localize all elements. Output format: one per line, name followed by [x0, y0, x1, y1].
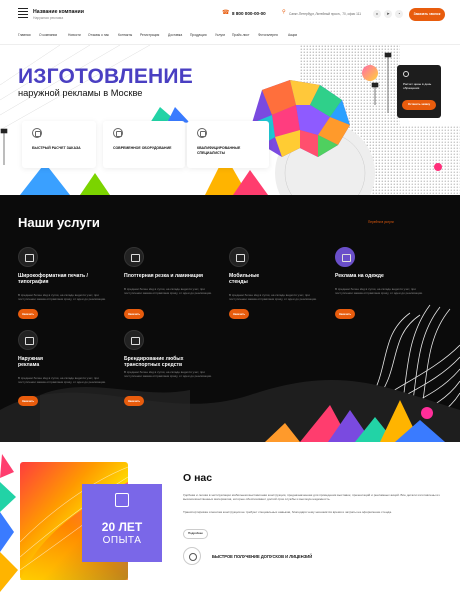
nav-item[interactable]: Доставка [168, 33, 182, 37]
feature-card: БЫСТРЫЙ РАСЧЕТ ЗАКАЗА [22, 121, 96, 168]
order-button[interactable]: Заказать [18, 309, 38, 319]
service-desc: В среднем более 2ед в сутки, на складе в… [124, 370, 212, 379]
service-title: Плоттерная резка и ламинация [124, 273, 203, 279]
logo-icon[interactable] [18, 7, 28, 19]
service-title: Наружная реклама [18, 356, 43, 369]
promo-text: Расчет цены в день обращения [403, 82, 432, 91]
nav-item[interactable]: Услуги [215, 33, 225, 37]
phone-icon: ☎ [222, 10, 230, 16]
about-paragraph: Удобная и легкая в эксплуатации мобильна… [183, 493, 440, 502]
hero-banner: ИЗГОТОВЛЕНИЕ наружной рекламы в Москве Б… [0, 45, 460, 195]
stand-icon [229, 247, 249, 267]
feature-text: БЫСТРЫЙ РАСЧЕТ ЗАКАЗА [32, 146, 81, 150]
service-desc: В среднем более 2ед в сутки, на складе в… [229, 293, 317, 302]
service-title: Реклама на одежде [335, 273, 384, 279]
cutter-icon [124, 247, 144, 267]
experience-badge: 20 ЛЕТ ОПЫТА [82, 484, 162, 562]
truck-icon [124, 330, 144, 350]
billboard-icon [18, 330, 38, 350]
promo-card: Расчет цены в день обращения Оставить за… [397, 65, 441, 118]
nav-item[interactable]: О компании [39, 33, 57, 37]
company-tagline: Наружная реклама [33, 16, 64, 20]
leave-request-button[interactable]: Оставить заявку [402, 100, 436, 110]
feature-text: СОВРЕМЕННОЕ ОБОРУДОВАНИЕ [113, 146, 172, 150]
all-services-link[interactable]: Перейти в услуги [368, 220, 394, 224]
more-button[interactable]: Подробнее [183, 529, 208, 539]
license-icon [183, 547, 201, 565]
order-button[interactable]: Заказать [124, 309, 144, 319]
header: Название компании Наружная реклама ☎ 8 8… [0, 0, 460, 30]
printer-icon [18, 247, 38, 267]
order-button[interactable]: Заказать [229, 309, 249, 319]
helmet-icon [197, 128, 207, 138]
clock-icon [32, 128, 42, 138]
service-desc: В среднем более 2ед в сутки, на складе в… [18, 376, 106, 385]
order-button[interactable]: Заказать [18, 396, 38, 406]
feature-text: КВАЛИФИЦИРОВАННЫЕ СПЕЦИАЛИСТЫ [197, 146, 241, 155]
experience-label: ОПЫТА [102, 535, 142, 546]
company-name[interactable]: Название компании [33, 9, 84, 15]
services-title: Наши услуги [18, 215, 100, 230]
about-section: 20 ЛЕТ ОПЫТА О нас Удобная и легкая в эк… [0, 442, 460, 600]
services-decoration [0, 304, 460, 442]
nav-item[interactable]: Контакты [118, 33, 132, 37]
nav-item[interactable]: Главная [18, 33, 31, 37]
nav-item[interactable]: Продукция [190, 33, 207, 37]
document-icon [115, 493, 129, 507]
nav-item[interactable]: Новости [68, 33, 81, 37]
feature-card: КВАЛИФИЦИРОВАННЫЕ СПЕЦИАЛИСТЫ [187, 121, 269, 168]
nav-item[interactable]: Фотогалерея [258, 33, 278, 37]
fast-license-text: БЫСТРОЕ ПОЛУЧЕНИЕ ДОПУСКОВ И ЛИЦЕНЗИЙ [212, 554, 313, 559]
about-paragraph: Транспортировка и монтаж конструкции не … [183, 510, 392, 514]
telegram-icon[interactable]: ➤ [384, 10, 392, 18]
calendar-icon [403, 71, 409, 77]
service-desc: В среднем более 2ед в сутки, на складе в… [335, 287, 423, 296]
experience-number: 20 ЛЕТ [101, 520, 143, 534]
nav-item[interactable]: Отзывы о нас [88, 33, 109, 37]
phone-link[interactable]: 8 800 000-00-00 [232, 11, 266, 16]
location-icon: ⚲ [282, 9, 286, 15]
service-title: Широкоформатная печать / типография [18, 273, 88, 286]
address: Санкт-Петербург, Литейный просп., 70, оф… [289, 12, 362, 16]
about-title: О нас [183, 472, 213, 484]
service-desc: В среднем более 2ед в сутки, на складе в… [124, 287, 212, 296]
service-desc: В среднем более 2ед в сутки, на складе в… [18, 293, 106, 302]
hero-title: ИЗГОТОВЛЕНИЕ [18, 65, 193, 88]
feature-card: СОВРЕМЕННОЕ ОБОРУДОВАНИЕ [103, 121, 185, 168]
vk-icon[interactable]: v [373, 10, 381, 18]
callback-button[interactable]: Заказать звонок [409, 8, 445, 21]
nav-item[interactable]: Регистрация [140, 33, 159, 37]
hero-subtitle: наружной рекламы в Москве [18, 88, 143, 98]
nav-item[interactable]: Акции [288, 33, 297, 37]
service-title: Брендирование любых транспортных средств [124, 356, 184, 369]
services-section: Наши услуги Перейти в услуги Широкоформа… [0, 195, 460, 442]
order-button[interactable]: Заказать [124, 396, 144, 406]
main-nav: Главная О компании Новости Отзывы о нас … [18, 33, 448, 41]
gear-icon [113, 128, 123, 138]
nav-item[interactable]: Прайс-лист [232, 33, 250, 37]
shirt-icon [335, 247, 355, 267]
service-title: Мобильные стенды [229, 273, 260, 286]
order-button[interactable]: Заказать [335, 309, 355, 319]
whatsapp-icon[interactable]: ◔ [395, 10, 403, 18]
